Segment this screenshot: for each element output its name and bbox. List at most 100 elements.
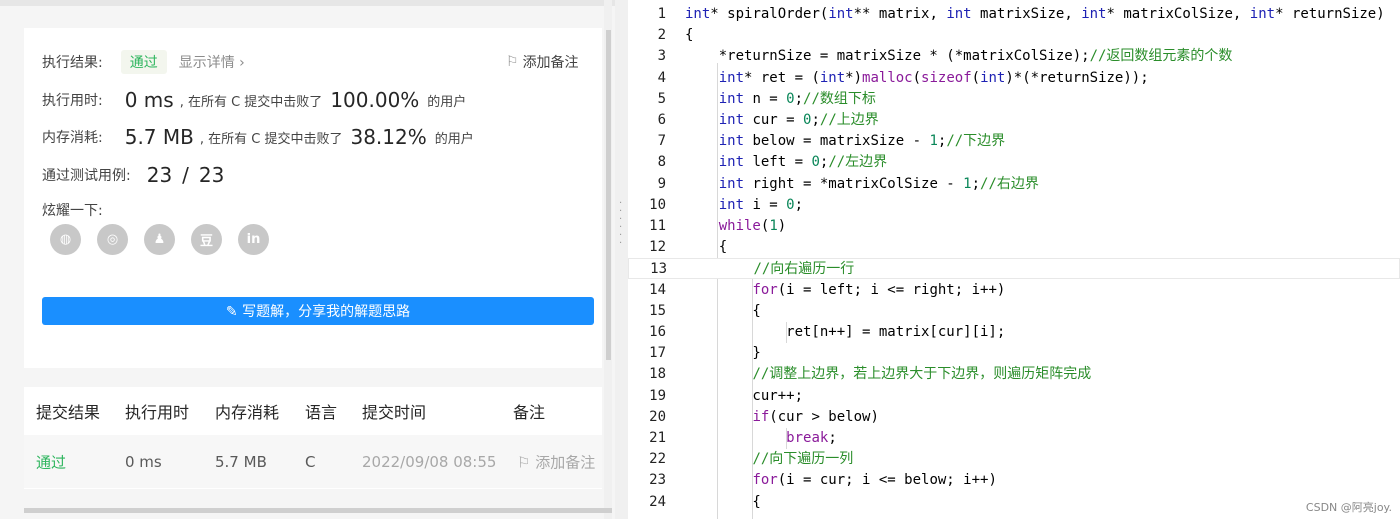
add-note-button[interactable]: ⚐ 添加备注	[506, 52, 579, 72]
code-text[interactable]: int* spiralOrder(int** matrix, int matri…	[685, 4, 1385, 25]
code-text[interactable]: {	[685, 492, 760, 513]
row-status[interactable]: 通过	[36, 451, 66, 472]
line-number: 24	[649, 493, 666, 510]
line-number: 2	[657, 27, 666, 44]
line-number: 22	[649, 451, 666, 468]
header-status: 提交结果	[36, 403, 101, 422]
runtime-row: 执行用时: 0 ms , 在所有 C 提交中击败了 100.00% 的用户	[42, 88, 466, 112]
line-number: 15	[649, 302, 666, 319]
line-number: 9	[657, 175, 666, 192]
table-row[interactable]: 通过 0 ms 5.7 MB C 2022/09/08 08:55 ⚐ 添加备注	[24, 435, 602, 488]
qq-icon[interactable]: ♟	[144, 224, 175, 255]
code-text[interactable]: int below = matrixSize - 1;//下边界	[685, 131, 1005, 152]
memory-label: 内存消耗:	[42, 130, 103, 146]
share-icons: ◍ ◎ ♟ 豆 in	[50, 224, 269, 255]
submission-panel: 执行结果: 通过 显示详情 › ⚐ 添加备注 执行用时: 0 ms , 在所有 …	[0, 0, 615, 519]
submissions-table: 提交结果 执行用时 内存消耗 语言 提交时间 备注 通过 0 ms 5.7 MB…	[24, 387, 602, 489]
result-row: 执行结果: 通过 显示详情 ›	[42, 50, 245, 74]
memory-value: 5.7 MB	[124, 125, 194, 149]
flag-icon: ⚐	[506, 54, 519, 70]
code-text[interactable]: int* ret = (int*)malloc(sizeof(int)*(*re…	[685, 68, 1149, 89]
code-line[interactable]: 24 {	[628, 492, 1400, 513]
code-text[interactable]: int n = 0;//数组下标	[685, 89, 876, 110]
code-line[interactable]: 4 int* ret = (int*)malloc(sizeof(int)*(*…	[628, 68, 1400, 89]
wechat-icon[interactable]: ◍	[50, 224, 81, 255]
code-text[interactable]: //调整上边界，若上边界大于下边界，则遍历矩阵完成	[685, 364, 1091, 385]
code-text[interactable]: *returnSize = matrixSize * (*matrixColSi…	[685, 46, 1233, 67]
line-number: 18	[649, 366, 666, 383]
code-line[interactable]: 13 //向右遍历一行	[628, 258, 1400, 280]
code-text[interactable]: {	[685, 301, 760, 322]
code-line[interactable]: 2{	[628, 25, 1400, 46]
row-add-note-button[interactable]: ⚐ 添加备注	[517, 451, 595, 472]
code-text[interactable]: for(i = cur; i <= below; i++)	[685, 470, 996, 491]
vertical-scrollbar[interactable]	[606, 30, 611, 360]
code-line[interactable]: 19 cur++;	[628, 386, 1400, 407]
code-text[interactable]: int i = 0;	[685, 195, 803, 216]
line-number: 14	[649, 281, 666, 298]
line-number: 16	[649, 324, 666, 340]
runtime-percent: 100.00%	[330, 88, 420, 112]
code-line[interactable]: 3 *returnSize = matrixSize * (*matrixCol…	[628, 46, 1400, 67]
code-text[interactable]: for(i = left; i <= right; i++)	[685, 280, 1005, 301]
code-line[interactable]: 6 int cur = 0;//上边界	[628, 110, 1400, 131]
runtime-suffix: 的用户	[427, 94, 467, 110]
code-text[interactable]: {	[685, 25, 693, 46]
line-number: 17	[649, 345, 666, 362]
line-number: 12	[649, 239, 666, 256]
code-text[interactable]: }	[685, 343, 760, 364]
code-line[interactable]: 14 for(i = left; i <= right; i++)	[628, 280, 1400, 301]
code-text[interactable]: int left = 0;//左边界	[685, 152, 887, 173]
watermark: CSDN @阿亮joy.	[1305, 501, 1392, 514]
line-number: 7	[657, 133, 666, 150]
result-label: 执行结果:	[42, 55, 103, 71]
code-text[interactable]: //向右遍历一行	[686, 259, 854, 280]
row-time: 2022/09/08 08:55	[362, 452, 497, 471]
code-editor[interactable]: 1 int* spiralOrder(int** matrix, int matr…	[628, 0, 1400, 519]
code-text[interactable]: while(1)	[685, 216, 786, 237]
code-line[interactable]: 9 int right = *matrixColSize - 1;//右边界	[628, 174, 1400, 195]
code-text[interactable]: //向下遍历一列	[685, 449, 853, 470]
line-number: 4	[657, 69, 666, 86]
row-note-label: 添加备注	[535, 453, 596, 471]
code-text[interactable]: if(cur > below)	[685, 407, 878, 428]
code-line[interactable]: 22 //向下遍历一列	[628, 449, 1400, 470]
code-line[interactable]: 16 ret[n++] = matrix[cur][i];	[628, 322, 1400, 343]
code-line[interactable]: 7 int below = matrixSize - 1;//下边界	[628, 131, 1400, 152]
row-runtime: 0 ms	[125, 452, 162, 471]
code-line[interactable]: 17 }	[628, 343, 1400, 364]
code-text[interactable]: {	[685, 237, 727, 258]
code-text[interactable]: int right = *matrixColSize - 1;//右边界	[685, 174, 1039, 195]
code-line[interactable]: 5 int n = 0;//数组下标	[628, 89, 1400, 110]
code-line[interactable]: 10 int i = 0;	[628, 195, 1400, 216]
horizontal-scrollbar[interactable]	[24, 508, 612, 513]
weibo-icon[interactable]: ◎	[97, 224, 128, 255]
table-header: 提交结果 执行用时 内存消耗 语言 提交时间 备注	[24, 387, 602, 435]
show-details-link[interactable]: 显示详情 ›	[179, 52, 245, 72]
row-memory: 5.7 MB	[215, 452, 267, 471]
line-number: 11	[649, 218, 666, 234]
test-cases-row: 通过测试用例: 23 / 23	[42, 163, 230, 187]
memory-percent: 38.12%	[350, 125, 427, 149]
add-note-label: 添加备注	[522, 55, 579, 71]
code-line[interactable]: 18 //调整上边界，若上边界大于下边界，则遍历矩阵完成	[628, 364, 1400, 385]
line-number: 5	[657, 90, 666, 107]
douban-icon[interactable]: 豆	[191, 224, 222, 255]
code-text[interactable]: int cur = 0;//上边界	[685, 110, 879, 131]
flag-icon: ⚐	[517, 453, 536, 471]
code-line[interactable]: 8 int left = 0;//左边界	[628, 152, 1400, 173]
code-line[interactable]: 21 break;	[628, 428, 1400, 449]
code-text[interactable]: cur++;	[685, 386, 803, 407]
code-text[interactable]: break;	[685, 428, 837, 449]
code-line[interactable]: 12 {	[628, 237, 1400, 258]
share-label: 炫耀一下:	[42, 203, 103, 219]
code-line[interactable]: 1 int* spiralOrder(int** matrix, int matr…	[628, 4, 1400, 25]
write-solution-button[interactable]: ✎ 写题解，分享我的解题思路	[42, 297, 594, 325]
code-line[interactable]: 15 {	[628, 301, 1400, 322]
code-line[interactable]: 20 if(cur > below)	[628, 407, 1400, 428]
linkedin-icon[interactable]: in	[238, 224, 269, 255]
code-text[interactable]: ret[n++] = matrix[cur][i];	[685, 322, 1005, 343]
code-line[interactable]: 23 for(i = cur; i <= below; i++)	[628, 470, 1400, 491]
code-line[interactable]: 11 while(1)	[628, 216, 1400, 237]
panel-resize-handle[interactable]	[615, 0, 628, 519]
